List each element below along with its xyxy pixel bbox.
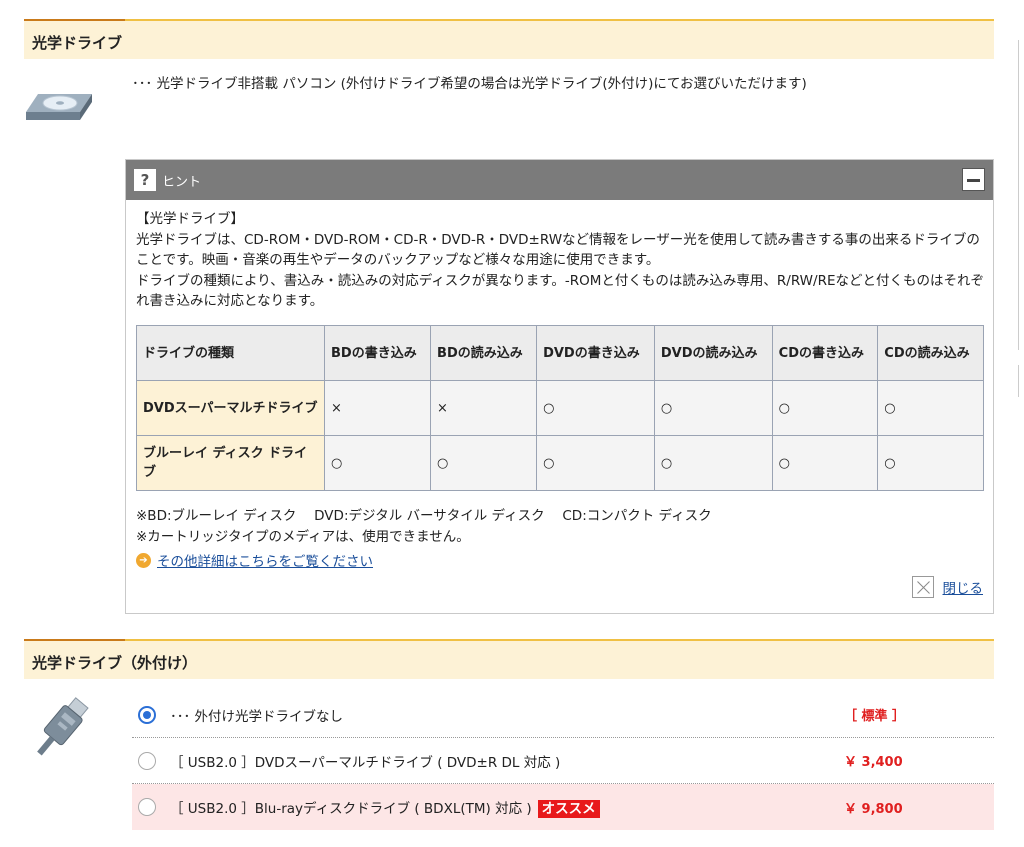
abbreviation-note: ※BD:ブルーレイ ディスク DVD:デジタル バーサタイル ディスク CD:コ… bbox=[136, 508, 712, 524]
drive-compatibility-table: ドライブの種類 BDの書き込み BDの読み込み DVDの書き込み DVDの読み込… bbox=[136, 325, 984, 491]
column-header: CDの読み込み bbox=[877, 325, 984, 381]
table-cell: × bbox=[323, 380, 432, 436]
scroll-edge bbox=[1018, 40, 1024, 350]
cartridge-note: ※カートリッジタイプのメディアは、使用できません。 bbox=[136, 529, 470, 545]
section-title: 光学ドライブ（外付け） bbox=[32, 654, 198, 672]
radio-button[interactable] bbox=[138, 705, 156, 724]
radio-button[interactable] bbox=[138, 798, 156, 816]
more-details-link-row: ➔ その他詳細はこちらをご覧ください bbox=[136, 550, 373, 570]
option-label: ･･･ 外付け光学ドライブなし bbox=[170, 708, 344, 725]
option-price: ［ 標準 ］ bbox=[844, 709, 906, 724]
radio-button[interactable] bbox=[138, 751, 156, 770]
arrow-right-icon: ➔ bbox=[136, 552, 151, 568]
option-dvd-drive[interactable]: ［ USB2.0 ］DVDスーパーマルチドライブ ( DVD±R DL 対応 )… bbox=[132, 738, 994, 784]
scroll-edge bbox=[1018, 365, 1024, 397]
option-bluray-drive[interactable]: ［ USB2.0 ］Blu-rayディスクドライブ ( BDXL(TM) 対応 … bbox=[132, 784, 994, 830]
column-header: CDの書き込み bbox=[771, 325, 879, 381]
table-cell: ○ bbox=[653, 435, 773, 491]
table-header-row: ドライブの種類 BDの書き込み BDの読み込み DVDの書き込み DVDの読み込… bbox=[136, 325, 984, 381]
optical-drive-description: ･･･ 光学ドライブ非搭載 パソコン (外付けドライブ希望の場合は光学ドライブ(… bbox=[132, 76, 807, 92]
table-cell: × bbox=[430, 380, 538, 436]
option-label: ［ USB2.0 ］DVDスーパーマルチドライブ ( DVD±R DL 対応 ) bbox=[170, 754, 561, 771]
table-cell: ○ bbox=[771, 435, 879, 491]
table-cell: ○ bbox=[653, 380, 773, 436]
hint-panel: ? ヒント 【光学ドライブ】 光学ドライブは、CD-ROM・DVD-ROM・CD… bbox=[125, 159, 994, 614]
hint-paragraph-2: ドライブの種類により、書込み・読込みの対応ディスクが異なります。-ROMと付くも… bbox=[136, 272, 984, 310]
column-header: BDの書き込み bbox=[323, 325, 432, 381]
close-icon[interactable] bbox=[911, 576, 934, 598]
option-label-wrap: ［ USB2.0 ］Blu-rayディスクドライブ ( BDXL(TM) 対応 … bbox=[170, 797, 844, 818]
column-header: BDの読み込み bbox=[430, 325, 538, 381]
close-hint-row: 閉じる bbox=[911, 576, 984, 598]
table-cell: ○ bbox=[430, 435, 538, 491]
section-header-external-drive: 光学ドライブ（外付け） bbox=[24, 639, 994, 679]
more-details-link[interactable]: その他詳細はこちらをご覧ください bbox=[157, 550, 373, 570]
table-cell: ○ bbox=[771, 380, 879, 436]
minimize-button[interactable] bbox=[962, 168, 985, 191]
hint-header: ? ヒント bbox=[126, 160, 993, 200]
option-price: ￥ 3,400 bbox=[844, 755, 903, 770]
section-title: 光学ドライブ bbox=[32, 34, 123, 52]
table-cell: ブルーレイ ディスク ドライブ bbox=[136, 435, 325, 491]
table-cell: DVDスーパーマルチドライブ bbox=[136, 380, 325, 436]
header-accent bbox=[24, 639, 125, 641]
table-cell: ○ bbox=[536, 380, 655, 436]
question-icon: ? bbox=[134, 169, 156, 191]
usb-drive-icon bbox=[37, 697, 89, 756]
section-header-optical-drive: 光学ドライブ bbox=[24, 19, 994, 59]
option-price: ￥ 9,800 bbox=[844, 801, 903, 817]
option-label: ［ USB2.0 ］Blu-rayディスクドライブ ( BDXL(TM) 対応 … bbox=[170, 801, 532, 817]
hint-paragraph-1: 光学ドライブは、CD-ROM・DVD-ROM・CD-R・DVD-R・DVD±RW… bbox=[136, 231, 980, 269]
hint-title: ヒント bbox=[162, 175, 202, 190]
recommend-badge: オススメ bbox=[537, 800, 600, 818]
option-none[interactable]: ･･･ 外付け光学ドライブなし ［ 標準 ］ bbox=[132, 692, 994, 738]
table-cell: ○ bbox=[323, 435, 432, 491]
table-cell: ○ bbox=[877, 435, 984, 491]
hint-body: 【光学ドライブ】 光学ドライブは、CD-ROM・DVD-ROM・CD-R・DVD… bbox=[136, 209, 986, 312]
table-cell: ○ bbox=[536, 435, 655, 491]
column-header: DVDの書き込み bbox=[536, 325, 655, 381]
header-accent bbox=[24, 19, 125, 21]
table-cell: ○ bbox=[877, 380, 984, 436]
table-row: ブルーレイ ディスク ドライブ ○ ○ ○ ○ ○ ○ bbox=[136, 435, 984, 491]
column-header: DVDの読み込み bbox=[653, 325, 773, 381]
column-header: ドライブの種類 bbox=[136, 325, 325, 381]
close-hint-link[interactable]: 閉じる bbox=[943, 577, 984, 597]
hint-heading: 【光学ドライブ】 bbox=[136, 211, 244, 227]
optical-drive-icon bbox=[26, 94, 92, 120]
table-row: DVDスーパーマルチドライブ × × ○ ○ ○ ○ bbox=[136, 380, 984, 436]
